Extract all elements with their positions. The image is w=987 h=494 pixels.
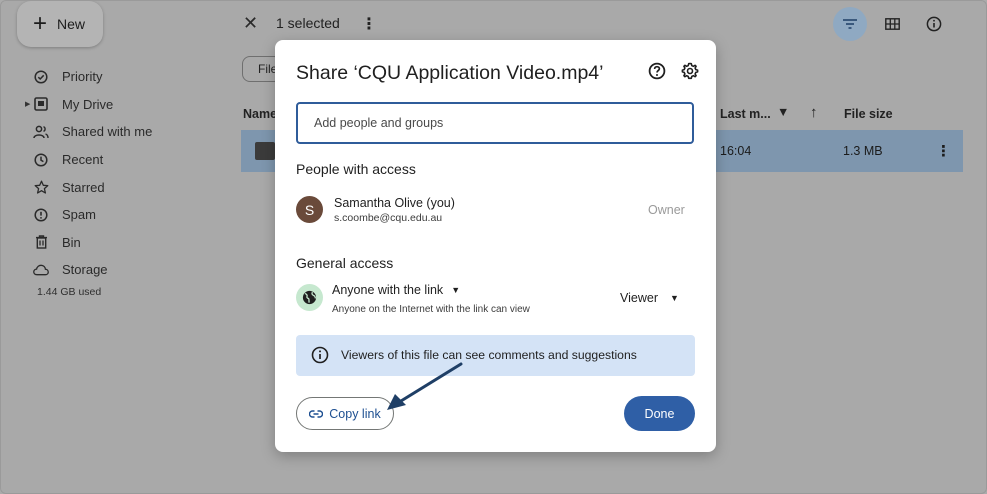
general-access-selection: Anyone with the link (332, 283, 444, 297)
sidebar-item-label: Recent (62, 152, 104, 168)
general-access-description: Anyone on the Internet with the link can… (332, 304, 530, 315)
share-dialog: Share ‘CQU Application Video.mp4’ People… (275, 40, 716, 452)
info-banner-text: Viewers of this file can see comments an… (341, 348, 637, 362)
bin-icon (33, 234, 49, 250)
video-file-icon (255, 142, 275, 160)
sidebar-item-priority[interactable]: Priority (1, 63, 223, 91)
app-window: + New Priority ▶ My Drive Shared with me… (0, 0, 987, 494)
sidebar-item-label: Priority (62, 69, 103, 85)
expand-caret-icon[interactable]: ▶ (25, 100, 30, 108)
shared-people-icon (33, 124, 49, 140)
sidebar-item-label: Spam (62, 207, 96, 223)
sidebar-nav: Priority ▶ My Drive Shared with me Recen… (1, 63, 223, 284)
sidebar-item-shared-with-me[interactable]: Shared with me (1, 118, 223, 146)
sidebar-item-my-drive[interactable]: ▶ My Drive (1, 91, 223, 119)
role-dropdown[interactable]: Viewer ▼ (620, 291, 679, 305)
person-name: Samantha Olive (you) (334, 196, 455, 210)
priority-check-icon (33, 69, 49, 85)
selection-count: 1 selected (276, 15, 340, 31)
clear-selection-close-icon[interactable]: ✕ (243, 13, 258, 34)
details-info-icon[interactable] (923, 13, 945, 35)
sidebar-item-bin[interactable]: Bin (1, 229, 223, 257)
dropdown-arrow-icon: ▼ (451, 285, 461, 295)
sidebar-item-label: Bin (62, 234, 81, 250)
sidebar-item-label: My Drive (62, 96, 114, 112)
info-banner: Viewers of this file can see comments an… (296, 335, 695, 376)
role-selection: Viewer (620, 291, 658, 305)
people-with-access-heading: People with access (296, 161, 416, 177)
person-role-owner: Owner (648, 203, 685, 217)
sidebar-item-label: Shared with me (62, 124, 153, 140)
new-button[interactable]: + New (17, 1, 103, 47)
general-access-heading: General access (296, 255, 394, 271)
add-people-input[interactable] (296, 102, 694, 144)
column-header-name[interactable]: Name (243, 107, 277, 121)
avatar: S (296, 196, 323, 223)
more-actions-icon[interactable]: ⋮ (361, 14, 377, 34)
person-email: s.coombe@cqu.edu.au (334, 212, 443, 224)
info-icon (311, 346, 329, 364)
row-more-actions-icon[interactable]: ⋮ (936, 142, 951, 160)
grid-view-icon[interactable] (881, 13, 903, 35)
sidebar-item-label: Starred (62, 179, 105, 195)
filter-icon[interactable] (833, 7, 867, 41)
dialog-title: Share ‘CQU Application Video.mp4’ (296, 62, 604, 84)
settings-gear-icon[interactable] (681, 62, 699, 80)
column-header-last-modified[interactable]: Last m... (720, 107, 771, 121)
sidebar-item-storage[interactable]: Storage (1, 256, 223, 284)
storage-used-text: 1.44 GB used (37, 286, 102, 298)
copy-link-label: Copy link (329, 406, 381, 421)
row-file-size: 1.3 MB (843, 144, 883, 158)
done-label: Done (644, 406, 675, 421)
annotation-arrow (387, 362, 463, 410)
sidebar: + New Priority ▶ My Drive Shared with me… (1, 1, 223, 493)
sort-direction-arrow-icon[interactable]: ↑ (810, 104, 818, 121)
new-button-label: New (57, 16, 86, 32)
column-header-file-size[interactable]: File size (844, 107, 893, 121)
dropdown-arrow-icon: ▼ (669, 293, 679, 303)
cloud-icon (33, 262, 49, 278)
general-access-dropdown[interactable]: Anyone with the link ▼ (332, 283, 460, 297)
my-drive-icon (33, 96, 49, 112)
globe-icon (296, 284, 323, 311)
link-icon (309, 407, 324, 421)
sidebar-item-recent[interactable]: Recent (1, 146, 223, 174)
row-modified: 16:04 (720, 144, 752, 158)
sort-dropdown-icon[interactable]: ▼ (777, 105, 789, 119)
sidebar-item-label: Storage (62, 262, 108, 278)
sidebar-item-starred[interactable]: Starred (1, 173, 223, 201)
sidebar-item-spam[interactable]: Spam (1, 201, 223, 229)
plus-icon: + (33, 10, 48, 37)
star-icon (33, 179, 49, 195)
clock-icon (33, 152, 49, 168)
done-button[interactable]: Done (624, 396, 695, 431)
spam-icon (33, 207, 49, 223)
avatar-initial: S (304, 201, 315, 218)
help-icon[interactable] (648, 62, 666, 80)
copy-link-button[interactable]: Copy link (296, 397, 394, 430)
